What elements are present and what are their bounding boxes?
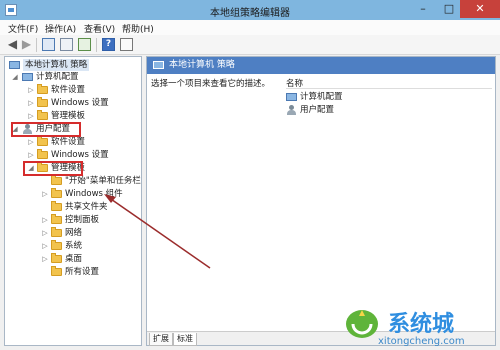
watermark-url: xitongcheng.com (378, 336, 465, 347)
watermark-brand: 系统城 (388, 312, 455, 337)
gpedit-window: 本地组策略编辑器 – □ ✕ 文件(F) 操作(A) 查看(V) 帮助(H) ◀… (0, 0, 500, 350)
watermark-logo-icon (346, 310, 378, 338)
annotation-arrow (104, 194, 211, 269)
